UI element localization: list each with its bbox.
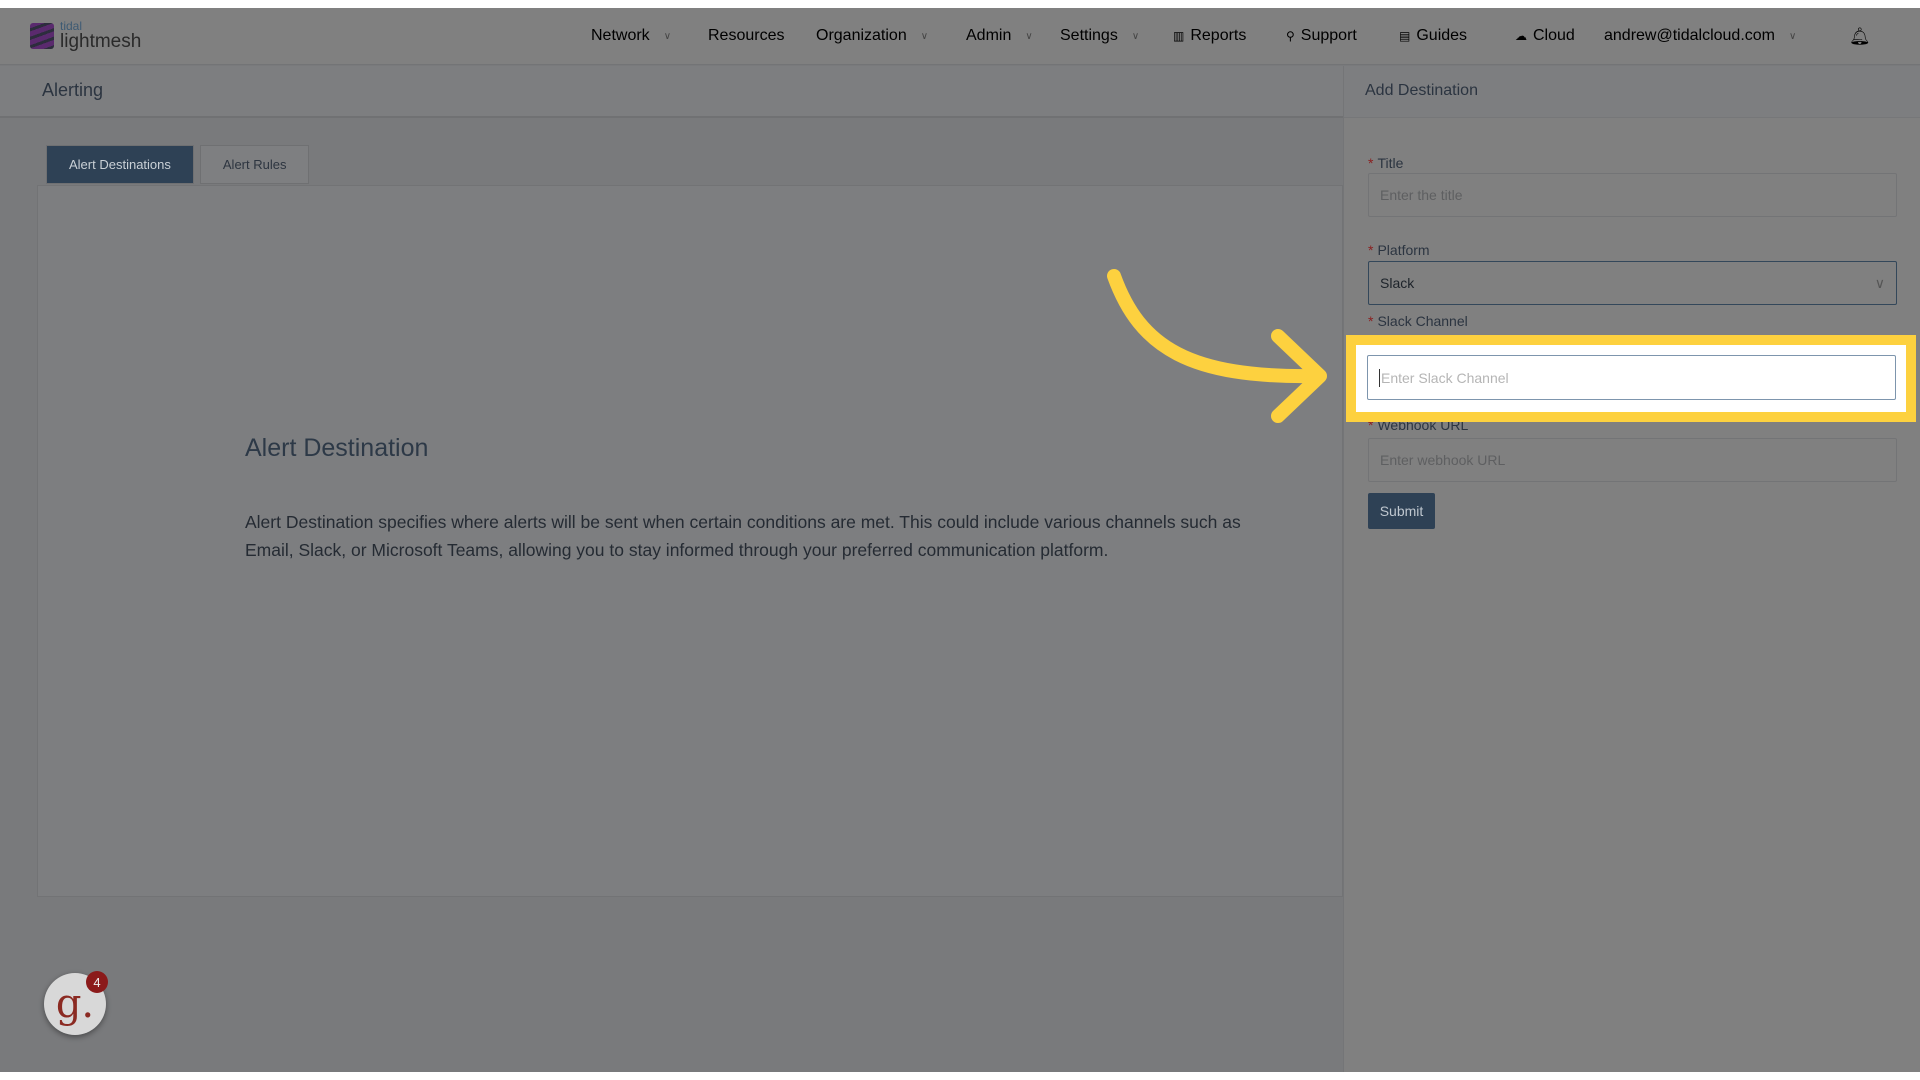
nav-label: Resources xyxy=(708,27,785,44)
wrench-icon: ⚲ xyxy=(1286,29,1295,43)
title-label: * Title xyxy=(1368,155,1404,171)
slack-channel-placeholder: Enter Slack Channel xyxy=(1381,369,1509,386)
nav-support[interactable]: ⚲ Support xyxy=(1286,27,1357,45)
nav-label: Support xyxy=(1300,27,1357,44)
nav-organization[interactable]: Organization ∨ xyxy=(816,27,928,45)
nav-label: Network xyxy=(591,27,650,44)
nav-label: Admin xyxy=(966,27,1012,44)
webhook-placeholder: Enter webhook URL xyxy=(1380,452,1506,468)
bar-chart-icon: ▥ xyxy=(1173,29,1185,43)
chevron-down-icon: ∨ xyxy=(1131,30,1140,42)
assistant-badge[interactable]: g. 4 xyxy=(44,971,108,1035)
add-destination-panel: Add Destination * Title Enter the title *… xyxy=(1343,66,1920,1072)
content-description: Alert Destination specifies where alerts… xyxy=(245,512,1241,560)
slack-channel-input[interactable]: Enter Slack Channel xyxy=(1367,355,1896,400)
nav-label: Guides xyxy=(1416,27,1468,44)
nav-label: Settings xyxy=(1060,27,1118,44)
chevron-down-icon: ∨ xyxy=(920,30,929,42)
nav-label: Cloud xyxy=(1533,27,1575,44)
nav-label: Organization xyxy=(816,27,907,44)
nav-resources[interactable]: Resources xyxy=(708,27,784,45)
title-placeholder: Enter the title xyxy=(1380,187,1463,203)
content-heading: Alert Destination xyxy=(245,434,429,462)
platform-label: * Platform xyxy=(1368,242,1430,258)
user-menu[interactable]: andrew@tidalcloud.com ∨ xyxy=(1604,27,1796,45)
brand-name: lightmesh xyxy=(60,31,142,52)
text-caret xyxy=(1379,368,1380,387)
chevron-down-icon: ∨ xyxy=(1874,274,1885,291)
arrow-icon xyxy=(1107,269,1327,423)
notification-count: 4 xyxy=(86,971,108,993)
chevron-down-icon: ∨ xyxy=(1025,30,1033,42)
book-icon: ▤ xyxy=(1399,29,1411,43)
nav-admin[interactable]: Admin ∨ xyxy=(966,27,1033,45)
cloud-icon: ☁ xyxy=(1515,29,1527,43)
nav-cloud[interactable]: ☁ Cloud xyxy=(1515,27,1575,45)
chevron-down-icon: ∨ xyxy=(663,30,672,42)
title-input[interactable]: Enter the title xyxy=(1368,173,1897,217)
bell-icon[interactable]: 🔔︎ xyxy=(1849,27,1871,47)
logo-icon xyxy=(30,22,54,49)
nav-guides[interactable]: ▤ Guides xyxy=(1399,27,1467,45)
logo[interactable]: tidal lightmesh xyxy=(30,20,141,51)
submit-button[interactable]: Submit xyxy=(1368,493,1435,529)
app: tidal lightmesh Network ∨ Resources Organ… xyxy=(0,8,1920,1072)
page-header: Alerting xyxy=(0,66,1343,118)
highlight-box: Enter Slack Channel xyxy=(1346,335,1916,422)
chevron-down-icon: ∨ xyxy=(1789,30,1797,42)
nav-network[interactable]: Network ∨ xyxy=(591,27,671,45)
slack-channel-label: * Slack Channel xyxy=(1368,313,1468,329)
webhook-input[interactable]: Enter webhook URL xyxy=(1368,438,1897,482)
tab-alert-destinations[interactable]: Alert Destinations xyxy=(46,145,194,184)
nav-label: andrew@tidalcloud.com xyxy=(1604,27,1775,44)
nav-label: Reports xyxy=(1190,27,1247,44)
nav-reports[interactable]: ▥ Reports xyxy=(1173,27,1246,45)
panel-title: Add Destination xyxy=(1344,66,1920,118)
platform-select[interactable]: Slack ∨ xyxy=(1368,261,1897,305)
tabs: Alert Destinations Alert Rules xyxy=(46,145,310,184)
platform-value: Slack xyxy=(1380,275,1415,291)
page-title: Alerting xyxy=(42,80,104,100)
top-nav: tidal lightmesh Network ∨ Resources Organ… xyxy=(0,8,1920,65)
tab-alert-rules[interactable]: Alert Rules xyxy=(199,145,310,184)
nav-settings[interactable]: Settings ∨ xyxy=(1060,27,1139,45)
